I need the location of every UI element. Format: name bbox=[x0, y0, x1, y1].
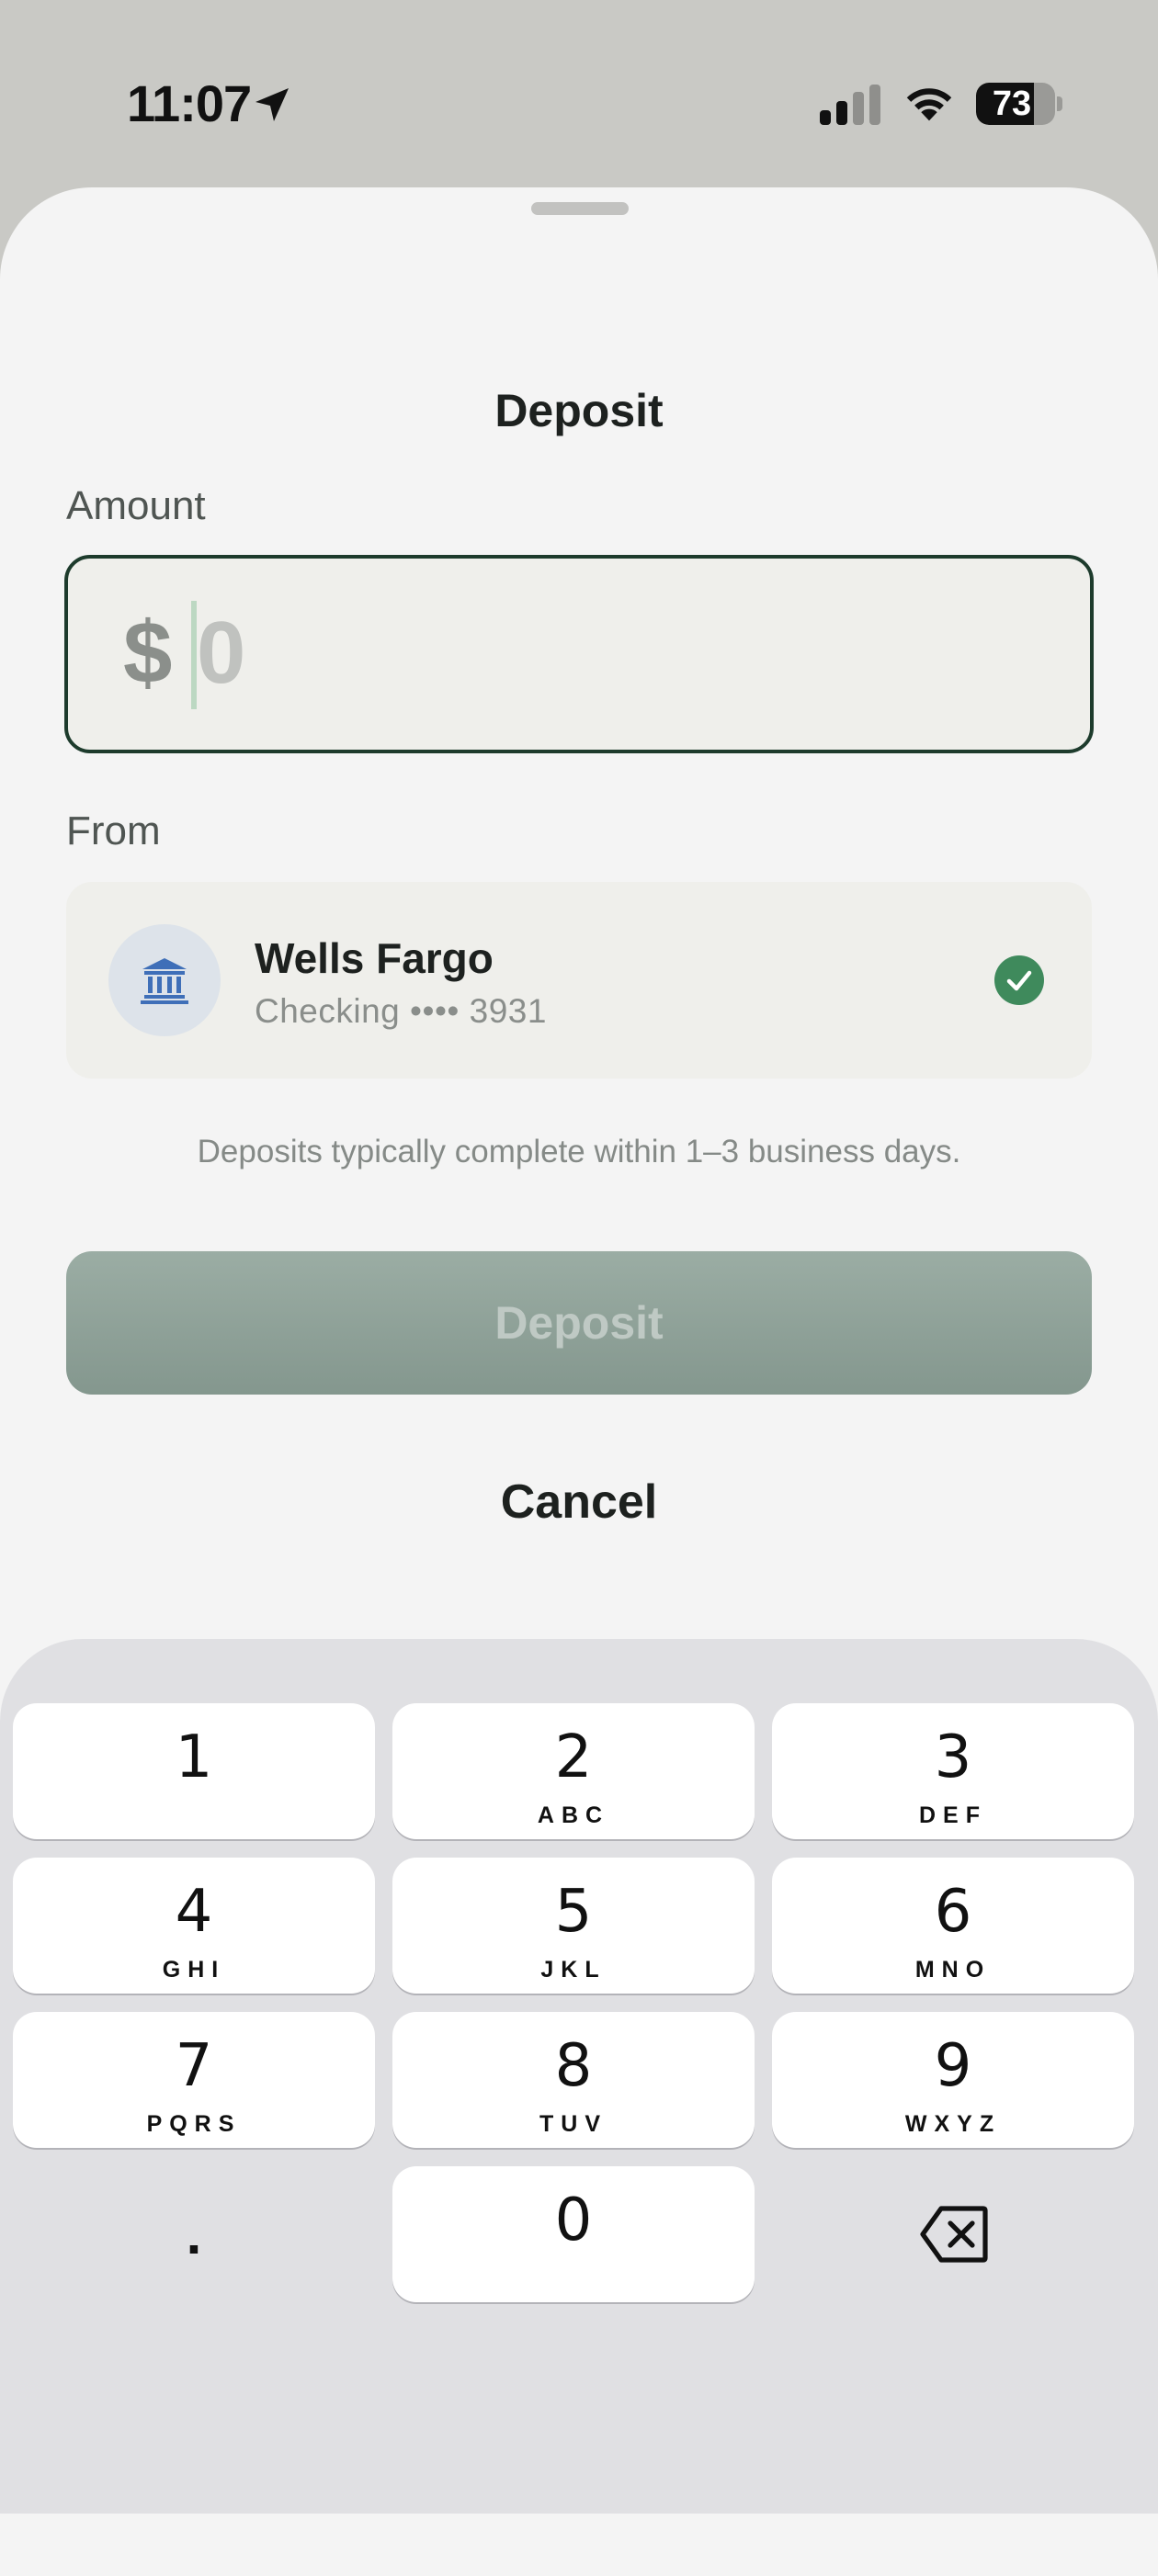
battery-icon: 73 bbox=[976, 83, 1062, 127]
location-arrow-icon bbox=[255, 88, 289, 121]
processing-time-info: Deposits typically complete within 1–3 b… bbox=[197, 1134, 961, 1169]
selected-check-icon bbox=[994, 955, 1044, 1005]
numeric-keypad: 1 2 ABC 3 DEF 4 GHI 5 JKL 6 MNO 7 PQRS 8… bbox=[0, 1639, 1158, 2514]
key-6[interactable]: 6 MNO bbox=[772, 1858, 1134, 1994]
account-card-wells-fargo[interactable]: Wells Fargo Checking •••• 3931 bbox=[66, 882, 1092, 1079]
status-bar: 11:07 73 bbox=[0, 0, 1158, 184]
bank-name: Wells Fargo bbox=[255, 934, 494, 982]
delete-backspace-icon bbox=[920, 2206, 988, 2263]
currency-symbol: $ bbox=[123, 604, 173, 702]
key-1[interactable]: 1 bbox=[13, 1703, 375, 1839]
key-7[interactable]: 7 PQRS bbox=[13, 2012, 375, 2148]
status-time: 11:07 bbox=[127, 74, 252, 132]
deposit-button[interactable]: Deposit bbox=[66, 1251, 1092, 1395]
wifi-icon bbox=[906, 88, 952, 121]
account-detail: Checking •••• 3931 bbox=[255, 992, 547, 1030]
key-3[interactable]: 3 DEF bbox=[772, 1703, 1134, 1839]
cellular-signal-icon bbox=[820, 85, 880, 125]
bank-avatar bbox=[108, 924, 221, 1036]
key-5[interactable]: 5 JKL bbox=[392, 1858, 755, 1994]
key-2[interactable]: 2 ABC bbox=[392, 1703, 755, 1839]
battery-percentage: 73 bbox=[992, 85, 1032, 123]
key-0[interactable]: 0 bbox=[392, 2166, 755, 2302]
key-8[interactable]: 8 TUV bbox=[392, 2012, 755, 2148]
amount-label: Amount bbox=[66, 483, 206, 528]
key-4[interactable]: 4 GHI bbox=[13, 1858, 375, 1994]
key-9[interactable]: 9 WXYZ bbox=[772, 2012, 1134, 2148]
cancel-button[interactable]: Cancel bbox=[395, 1461, 763, 1543]
amount-placeholder: 0 bbox=[197, 604, 246, 702]
sheet-grabber-handle[interactable] bbox=[531, 202, 629, 215]
key-delete[interactable] bbox=[772, 2166, 1134, 2302]
amount-input[interactable]: $ 0 bbox=[64, 555, 1094, 753]
bank-icon bbox=[141, 958, 188, 1004]
from-label: From bbox=[66, 808, 161, 853]
key-decimal[interactable]: . bbox=[13, 2166, 375, 2302]
sheet-title: Deposit bbox=[494, 385, 664, 436]
